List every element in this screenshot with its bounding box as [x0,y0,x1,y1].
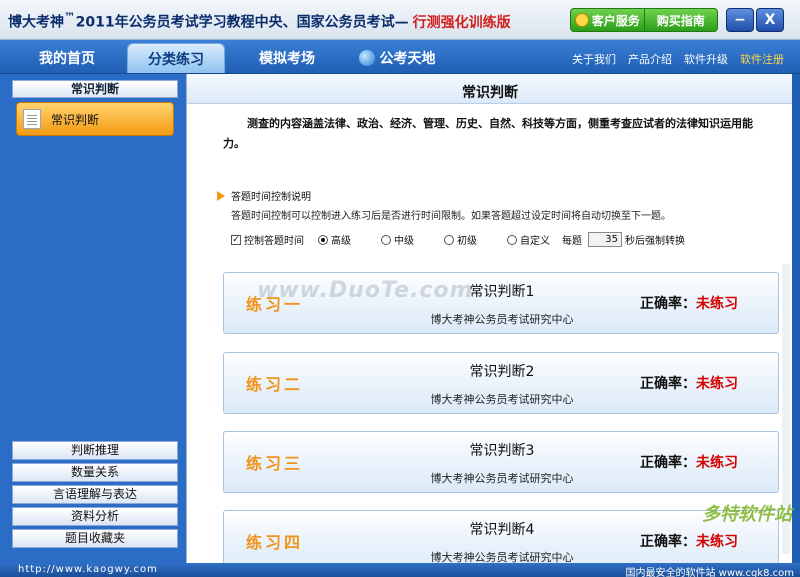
exercise-accuracy: 正确率：未练习 [640,452,738,472]
time-control-description: 答题时间控制可以控制进入练习后是否进行时间限制。如果答题超过设定时间将自动切换至… [231,211,671,222]
tab-home[interactable]: 我的首页 [18,43,116,73]
time-control-heading: 答题时间控制说明 [217,188,311,203]
time-control-heading-text: 答题时间控制说明 [231,192,311,203]
title-bar: 博大考神™2011年公务员考试学习教程中央、国家公务员考试— 行测强化训练版 客户… [0,0,800,40]
accuracy-value: 未练习 [696,455,738,471]
section-description: 测查的内容涵盖法律、政治、经济、管理、历史、自然、科技等方面，侧重考查应试者的法… [223,117,753,150]
buy-guide-label: 购买指南 [656,13,705,28]
link-software-register[interactable]: 软件注册 [740,51,784,67]
exercise-org: 博大考神公务员考试研究中心 [430,472,574,485]
buy-guide-button[interactable]: 购买指南 [645,9,718,31]
checkbox-check-icon: ✓ [231,234,241,245]
radio-custom[interactable]: 自定义 [507,232,550,247]
status-right-text: 国内最安全的软件站 www.cgk8.com [625,568,794,577]
service-button-group: 客户服务 购买指南 [570,8,718,32]
app-title: 博大考神™2011年公务员考试学习教程中央、国家公务员考试— 行测强化训练版 [8,10,511,32]
category-verbal[interactable]: 言语理解与表达 [12,485,178,504]
trademark: ™ [64,10,76,24]
exercise-org: 博大考神公务员考试研究中心 [430,551,574,563]
close-button[interactable]: X [756,8,784,32]
tab-mock-exam-label: 模拟考场 [259,51,315,67]
exercise-accuracy: 正确率：未练习 [640,293,738,313]
category-judgment-reasoning[interactable]: 判断推理 [12,441,178,460]
minimize-icon: − [734,12,746,28]
sidebar-header: 常识判断 [12,80,178,98]
radio-dot-icon [444,234,454,245]
exercise-accuracy: 正确率：未练习 [640,531,738,551]
section-title: 常识判断 [462,85,518,101]
control-time-label: 控制答题时间 [244,236,304,247]
close-icon: X [764,12,776,28]
exercise-card[interactable]: 练习四 常识判断4 博大考神公务员考试研究中心 正确率：未练习 [223,510,779,563]
exercise-card[interactable]: 练习二 常识判断2 博大考神公务员考试研究中心 正确率：未练习 [223,352,779,414]
accuracy-value: 未练习 [696,376,738,392]
radio-dot-icon [381,234,391,245]
exercise-org: 博大考神公务员考试研究中心 [430,393,574,406]
radio-dot-icon [318,234,328,245]
exercise-accuracy: 正确率：未练习 [640,373,738,393]
tab-exam-world-label: 公考天地 [379,51,436,67]
time-options-row: ✓ 控制答题时间 高级 中级 初级 自定义 每题 35 秒后强制转换 [231,232,685,247]
customer-service-icon [574,13,589,27]
category-quantitative[interactable]: 数量关系 [12,463,178,482]
status-bar: http://www.kaogwy.com 国内最安全的软件站 www.cgk8… [0,563,800,577]
radio-intermediate[interactable]: 中级 [381,232,414,247]
tab-category-practice[interactable]: 分类练习 [127,43,225,73]
exercise-card[interactable]: 练习三 常识判断3 博大考神公务员考试研究中心 正确率：未练习 [223,431,779,493]
accuracy-label: 正确率： [640,376,696,392]
per-question-label: 每题 [562,236,582,247]
globe-icon [358,50,375,66]
accuracy-label: 正确率： [640,534,696,550]
radio-beginner-label: 初级 [457,236,477,247]
customer-service-label: 客户服务 [591,13,640,28]
triangle-bullet-icon [217,190,225,201]
accuracy-label: 正确率： [640,296,696,312]
tab-home-label: 我的首页 [39,51,95,67]
status-url[interactable]: http://www.kaogwy.com [18,564,158,575]
radio-beginner[interactable]: 初级 [444,232,477,247]
radio-custom-label: 自定义 [520,236,550,247]
radio-advanced-label: 高级 [331,236,351,247]
tab-exam-world[interactable]: 公考天地 [348,43,446,73]
category-favorites[interactable]: 题目收藏夹 [12,529,178,548]
link-software-upgrade[interactable]: 软件升级 [684,51,728,67]
radio-dot-icon [507,234,517,245]
accuracy-value: 未练习 [696,296,738,312]
accuracy-label: 正确率： [640,455,696,471]
radio-advanced[interactable]: 高级 [318,232,351,247]
accuracy-value: 未练习 [696,534,738,550]
sidebar-item-label: 常识判断 [51,112,100,127]
exercise-card[interactable]: 练习一 常识判断1 博大考神公务员考试研究中心 正确率：未练习 [223,272,779,334]
main-nav: 我的首页 分类练习 模拟考场 公考天地 关于我们 产品介绍 软件升级 软件注册 [0,40,800,74]
tab-mock-exam[interactable]: 模拟考场 [238,43,336,73]
exercise-org: 博大考神公务员考试研究中心 [430,313,574,326]
main-panel: 常识判断 测查的内容涵盖法律、政治、经济、管理、历史、自然、科技等方面，侧重考查… [186,74,792,563]
tab-category-practice-label: 分类练习 [148,51,204,68]
sidebar: 常识判断 常识判断 判断推理 数量关系 言语理解与表达 资料分析 题目收藏夹 [0,74,186,563]
app-main-title: 2011年公务员考试学习教程中央、国家公务员考试— [75,14,409,31]
app-brand: 博大考神 [8,14,64,31]
link-about-us[interactable]: 关于我们 [572,51,616,67]
radio-intermediate-label: 中级 [394,236,414,247]
link-product-intro[interactable]: 产品介绍 [628,51,672,67]
seconds-input[interactable]: 35 [588,232,622,247]
seconds-suffix-label: 秒后强制转换 [625,236,685,247]
control-time-checkbox[interactable]: ✓ 控制答题时间 [231,232,304,247]
category-data-analysis[interactable]: 资料分析 [12,507,178,526]
minimize-button[interactable]: − [726,8,754,32]
main-header: 常识判断 [187,74,792,104]
sidebar-item-common-sense[interactable]: 常识判断 [16,102,174,136]
corner-logo: 多特软件站 [702,504,792,525]
customer-service-button[interactable]: 客户服务 [571,9,645,31]
app-subtitle: 行测强化训练版 [412,14,511,31]
document-icon [23,109,41,129]
